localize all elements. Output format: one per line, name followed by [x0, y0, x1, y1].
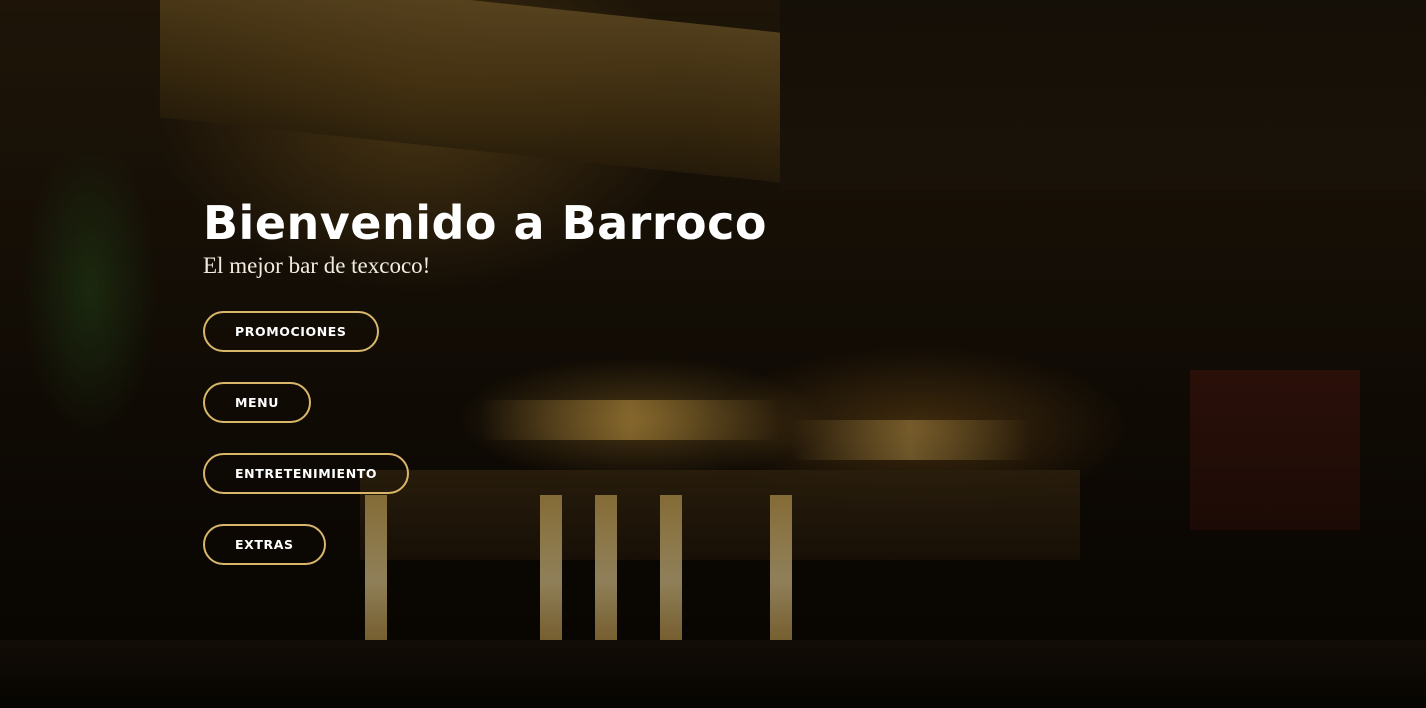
menu-button[interactable]: MENU: [203, 382, 311, 423]
page-subtitle: El mejor bar de texcoco!: [203, 253, 431, 278]
extras-button[interactable]: EXTRAS: [203, 524, 326, 565]
entretenimiento-button[interactable]: ENTRETENIMIENTO: [203, 453, 410, 494]
promociones-button[interactable]: PROMOCIONES: [203, 311, 379, 352]
hero-content: Bienvenido a Barroco El mejor bar de tex…: [203, 195, 767, 565]
page-title: Bienvenido a Barroco: [203, 196, 768, 250]
hero-section: Bienvenido a Barroco El mejor bar de tex…: [0, 0, 1426, 708]
nav-buttons: PROMOCIONES MENU ENTRETENIMIENTO EXTRAS: [203, 311, 767, 565]
